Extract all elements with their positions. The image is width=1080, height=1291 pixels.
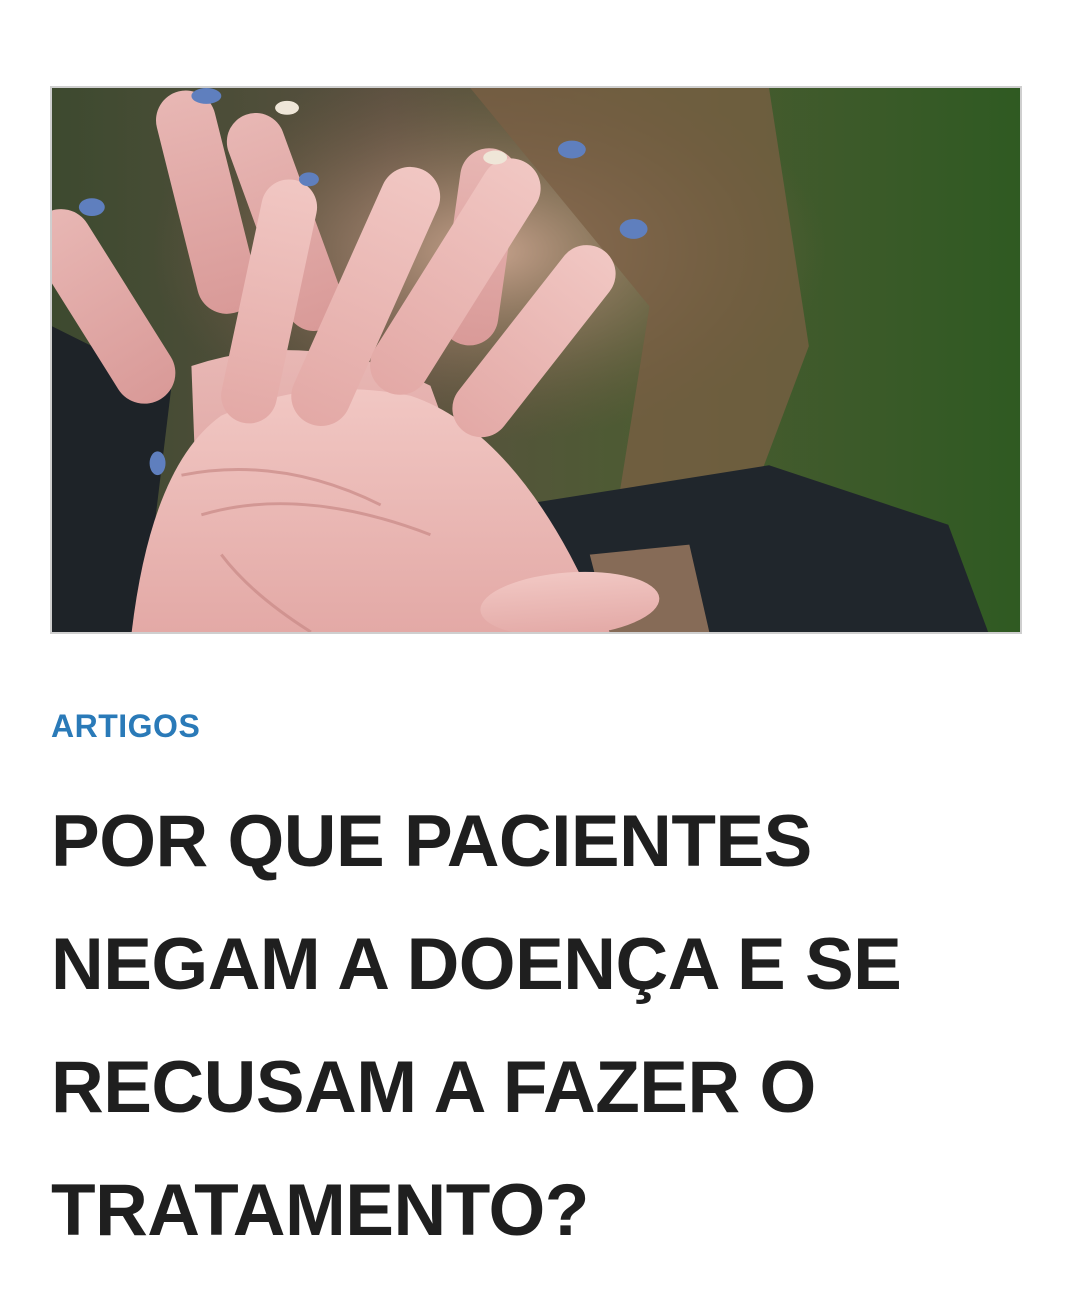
article-title-line: POR QUE PACIENTES xyxy=(51,801,812,882)
article-title[interactable]: POR QUE PACIENTES NEGAM A DOENÇA E SE RE… xyxy=(51,780,1031,1272)
article-title-line: NEGAM A DOENÇA E SE xyxy=(51,924,902,1005)
article-hero-image[interactable] xyxy=(50,86,1022,634)
article-title-line: RECUSAM A FAZER O xyxy=(51,1047,816,1128)
article-title-line: TRATAMENTO? xyxy=(51,1170,589,1251)
hand-refusal-photo xyxy=(52,88,1020,632)
category-link[interactable]: ARTIGOS xyxy=(51,706,200,746)
